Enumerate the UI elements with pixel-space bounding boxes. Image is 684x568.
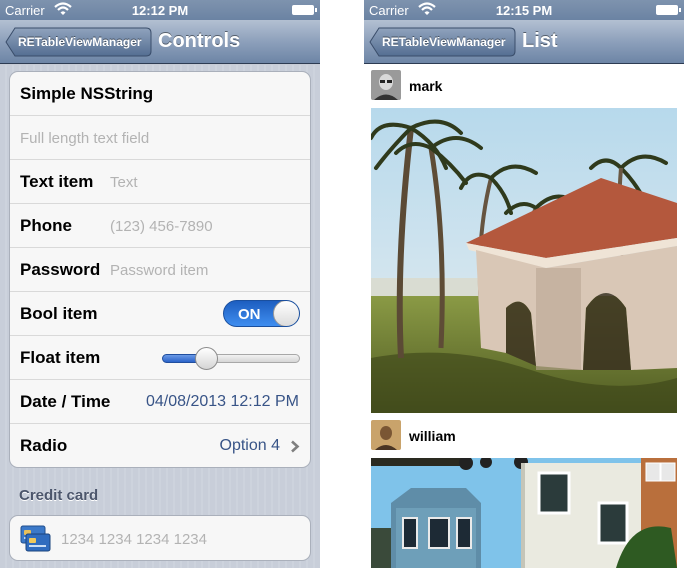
- page-title: List: [522, 30, 558, 52]
- status-bar: Carrier 12:15 PM: [364, 0, 684, 20]
- radio-value: Option 4: [219, 437, 280, 454]
- chevron-right-icon: [291, 440, 300, 453]
- credit-card-icon: [20, 525, 51, 552]
- radio-row[interactable]: Radio Option 4: [10, 424, 310, 467]
- slider-thumb[interactable]: [195, 347, 218, 370]
- simple-string-row[interactable]: Simple NSString: [10, 72, 310, 116]
- float-slider[interactable]: [162, 347, 300, 370]
- status-time: 12:15 PM: [495, 3, 553, 18]
- list-screen: Carrier 12:15 PM RETableViewManager List: [364, 0, 684, 568]
- victorian-houses-photo: [371, 458, 677, 568]
- date-time-value: 04/08/2013 12:12 PM: [145, 393, 299, 410]
- status-bar: Carrier 12:12 PM: [0, 0, 320, 20]
- text-item-label: Text item: [20, 172, 94, 191]
- phone-field[interactable]: (123) 456-7890: [110, 218, 213, 235]
- back-button[interactable]: RETableViewManager: [369, 27, 516, 57]
- post-username[interactable]: mark: [409, 78, 442, 94]
- phone-label: Phone: [20, 216, 72, 235]
- radio-label: Radio: [20, 436, 68, 455]
- float-item-row: Float item: [10, 336, 310, 380]
- password-row[interactable]: Password Password item: [10, 248, 310, 292]
- credit-card-number-field[interactable]: 1234 1234 1234 1234: [61, 531, 207, 548]
- palm-trees-gazebo-photo: [371, 108, 677, 413]
- password-label: Password: [20, 260, 101, 279]
- password-field[interactable]: Password item: [110, 262, 208, 279]
- text-item-row[interactable]: Text item Text: [10, 160, 310, 204]
- credit-card-section: 1234 1234 1234 1234: [9, 515, 311, 561]
- bool-item-label: Bool item: [20, 304, 98, 323]
- phone-row[interactable]: Phone (123) 456-7890: [10, 204, 310, 248]
- status-time: 12:12 PM: [131, 3, 189, 18]
- date-time-row[interactable]: Date / Time 04/08/2013 12:12 PM: [10, 380, 310, 424]
- credit-card-section-header: Credit card: [19, 487, 99, 504]
- navigation-bar: RETableViewManager Controls: [0, 20, 320, 64]
- bool-item-row: Bool item ON: [10, 292, 310, 336]
- page-title: Controls: [158, 30, 241, 52]
- simple-string-label: Simple NSString: [20, 84, 154, 103]
- user-avatar[interactable]: [371, 420, 401, 450]
- switch-knob: [273, 301, 299, 326]
- slider-max-track: [206, 354, 300, 363]
- post-username[interactable]: william: [409, 428, 456, 444]
- back-button-label: RETableViewManager: [382, 35, 506, 49]
- float-item-label: Float item: [20, 348, 101, 367]
- controls-section: Simple NSString Full length text field T…: [9, 71, 311, 468]
- full-length-text-field[interactable]: Full length text field: [20, 130, 149, 147]
- date-time-label: Date / Time: [20, 392, 111, 411]
- back-button[interactable]: RETableViewManager: [5, 27, 152, 57]
- bool-toggle-switch[interactable]: ON: [223, 300, 300, 327]
- text-item-field[interactable]: Text: [110, 174, 138, 191]
- user-avatar[interactable]: [371, 70, 401, 100]
- battery-icon: [656, 5, 681, 15]
- back-button-label: RETableViewManager: [18, 35, 142, 49]
- switch-on-label: ON: [238, 306, 261, 323]
- battery-icon: [292, 5, 317, 15]
- full-length-text-row[interactable]: Full length text field: [10, 116, 310, 160]
- navigation-bar: RETableViewManager List: [364, 20, 684, 64]
- controls-screen: Carrier 12:12 PM RETableViewManager Cont…: [0, 0, 320, 568]
